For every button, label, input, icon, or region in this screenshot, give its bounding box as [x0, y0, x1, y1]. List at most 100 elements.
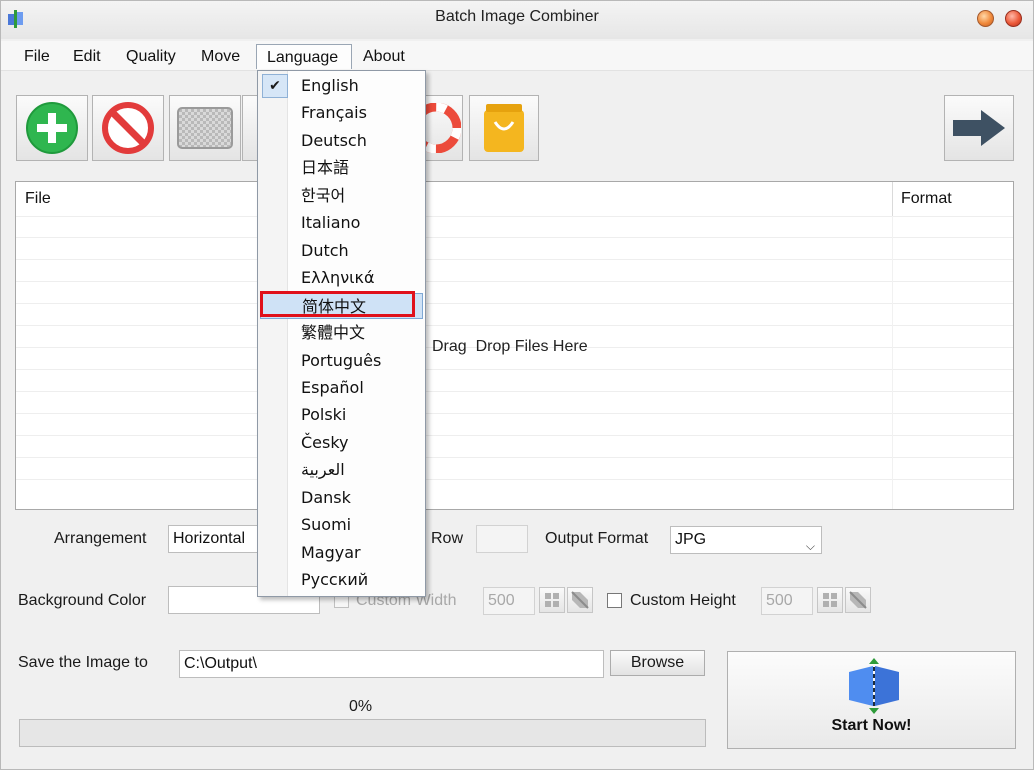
language-item-label: Česky: [301, 432, 349, 452]
language-item-label: English: [301, 76, 359, 95]
drop-hint: Drag Drop Files Here: [432, 338, 588, 355]
column-divider: [892, 182, 893, 216]
language-item[interactable]: Deutsch: [260, 128, 423, 154]
language-menu: ✔ English Français Deutsch 日本語 한국어 Italiano Dut…: [257, 70, 426, 597]
custom-width-input[interactable]: 500: [483, 587, 535, 615]
next-arrow-icon: [953, 110, 1005, 146]
close-button[interactable]: [1005, 10, 1022, 27]
language-item-label: Suomi: [301, 515, 352, 535]
language-item-label: العربية: [301, 460, 345, 480]
language-item-label: 日本語: [301, 158, 350, 178]
row-divider: [16, 479, 1013, 480]
arrangement-label: Arrangement: [54, 530, 147, 547]
start-now-button[interactable]: Start Now!: [727, 651, 1016, 749]
add-icon: [26, 102, 78, 154]
row-divider: [16, 237, 1013, 238]
app-window: Batch Image Combiner File Edit Quality M…: [0, 0, 1034, 770]
browse-button[interactable]: Browse: [610, 650, 705, 676]
language-item-label: Português: [301, 350, 382, 370]
custom-height-input[interactable]: 500: [761, 587, 813, 615]
row-label: Row: [431, 530, 464, 547]
language-item[interactable]: Español: [260, 375, 423, 401]
language-item-label: Deutsch: [301, 130, 367, 150]
language-item[interactable]: Português: [260, 348, 423, 374]
width-link-button[interactable]: [567, 587, 593, 613]
menu-about[interactable]: About: [353, 44, 415, 69]
minimize-button[interactable]: [977, 10, 994, 27]
language-item-label: Español: [301, 377, 364, 397]
language-item-label: 한국어: [301, 185, 346, 205]
language-item-label: Français: [301, 103, 367, 123]
window-title: Batch Image Combiner: [435, 8, 599, 25]
diagonal-icon: [571, 591, 589, 609]
row-divider: [16, 435, 1013, 436]
checkmark-icon: ✔: [262, 74, 288, 98]
language-item[interactable]: Polski: [260, 402, 423, 428]
output-format-select[interactable]: JPG ⌵: [670, 526, 822, 554]
column-file[interactable]: File: [16, 182, 51, 216]
language-item[interactable]: Dansk: [260, 485, 423, 511]
save-to-label: Save the Image to: [18, 654, 148, 671]
clear-list-button[interactable]: [169, 95, 241, 161]
row-divider: [16, 391, 1013, 392]
language-item-label: Magyar: [301, 542, 361, 562]
menu-file[interactable]: File: [14, 44, 60, 69]
column-line: [892, 216, 893, 509]
diagonal-icon: [849, 591, 867, 609]
row-input[interactable]: [476, 525, 528, 553]
language-item-label: Русский: [301, 570, 369, 590]
progress-percent: 0%: [349, 698, 373, 715]
language-item-label: 简体中文: [302, 296, 367, 316]
chevron-down-icon: ⌵: [805, 539, 815, 553]
row-divider: [16, 281, 1013, 282]
shop-icon: [484, 104, 524, 152]
output-format-value: JPG: [675, 531, 707, 548]
title-bar: Batch Image Combiner: [1, 1, 1033, 39]
custom-height-label: Custom Height: [630, 592, 736, 609]
language-item[interactable]: Magyar: [260, 540, 423, 566]
language-item[interactable]: Česky: [260, 430, 423, 456]
shop-button[interactable]: [469, 95, 539, 161]
row-divider: [16, 369, 1013, 370]
menu-language[interactable]: Language: [256, 44, 352, 69]
column-format[interactable]: Format: [892, 182, 952, 216]
save-path-input[interactable]: C:\Output\: [179, 650, 604, 678]
remove-files-button[interactable]: [92, 95, 164, 161]
language-item-label: 繁體中文: [301, 323, 366, 343]
language-item[interactable]: 日本語: [260, 155, 423, 181]
language-item[interactable]: Suomi: [260, 512, 423, 538]
arrangement-select[interactable]: Horizontal: [168, 525, 258, 553]
width-grid-button[interactable]: [539, 587, 565, 613]
clear-icon: [177, 107, 233, 149]
menu-quality[interactable]: Quality: [116, 44, 186, 69]
add-files-button[interactable]: [16, 95, 88, 161]
grid-icon: [823, 593, 837, 607]
language-item[interactable]: 繁體中文: [260, 320, 423, 346]
row-divider: [16, 325, 1013, 326]
height-grid-button[interactable]: [817, 587, 843, 613]
language-item[interactable]: 简体中文: [260, 292, 423, 319]
background-color-label: Background Color: [18, 592, 147, 609]
menu-edit[interactable]: Edit: [63, 44, 111, 69]
language-item[interactable]: Ελληνικά: [260, 265, 423, 291]
custom-height-checkbox[interactable]: [607, 593, 622, 608]
language-item[interactable]: ✔ English: [260, 73, 423, 99]
row-divider: [16, 413, 1013, 414]
height-link-button[interactable]: [845, 587, 871, 613]
row-divider: [16, 259, 1013, 260]
menu-move[interactable]: Move: [191, 44, 250, 69]
row-divider: [16, 216, 1013, 217]
language-item[interactable]: Italiano: [260, 210, 423, 236]
progress-bar: [19, 719, 706, 747]
language-item[interactable]: Français: [260, 100, 423, 126]
file-list[interactable]: File Format Drag Drop Files Here: [15, 181, 1014, 510]
language-item[interactable]: 한국어: [260, 183, 423, 209]
language-item-label: Ελληνικά: [301, 268, 375, 288]
language-item-label: Dansk: [301, 487, 351, 507]
language-item-label: Polski: [301, 405, 347, 425]
language-item[interactable]: Русский: [260, 567, 423, 593]
language-item[interactable]: Dutch: [260, 238, 423, 264]
row-divider: [16, 303, 1013, 304]
language-item[interactable]: العربية: [260, 457, 423, 483]
next-button[interactable]: [944, 95, 1014, 161]
